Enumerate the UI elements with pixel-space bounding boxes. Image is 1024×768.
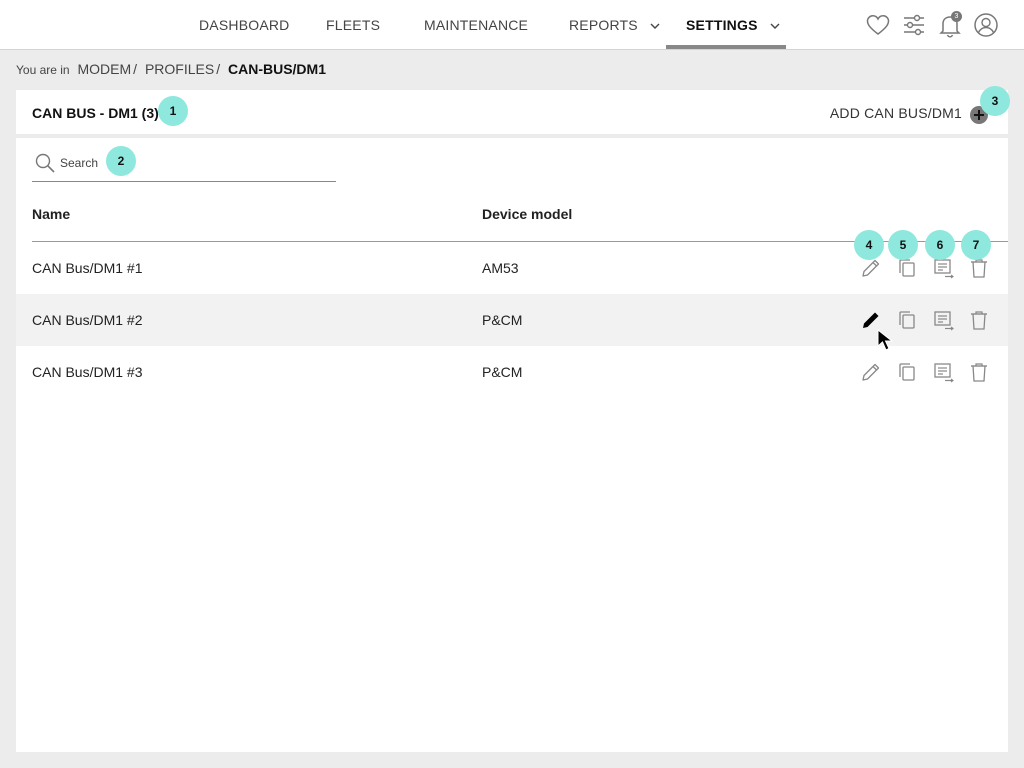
edit-icon[interactable] (860, 361, 882, 383)
nav-maintenance[interactable]: MAINTENANCE (424, 0, 528, 50)
column-header-device-model[interactable]: Device model (482, 206, 572, 222)
search-field (32, 148, 336, 182)
callout-marker-6: 6 (925, 230, 955, 260)
column-header-name[interactable]: Name (32, 206, 70, 222)
row-device-model: AM53 (482, 260, 519, 276)
breadcrumb-item-profiles[interactable]: PROFILES (145, 61, 214, 77)
breadcrumb-current: CAN-BUS/DM1 (227, 61, 326, 77)
search-input[interactable] (60, 152, 330, 174)
callout-marker-7: 7 (961, 230, 991, 260)
copy-icon[interactable] (896, 309, 918, 331)
sliders-icon[interactable] (901, 12, 927, 38)
breadcrumb-separator: / (133, 61, 138, 77)
row-name: CAN Bus/DM1 #3 (32, 364, 143, 380)
notification-badge: 3 (951, 11, 962, 22)
search-icon (35, 153, 55, 173)
callout-marker-4: 4 (854, 230, 884, 260)
callout-marker-5: 5 (888, 230, 918, 260)
nav-fleets-label: FLEETS (326, 17, 381, 33)
row-device-model: P&CM (482, 312, 523, 328)
copy-icon[interactable] (896, 257, 918, 279)
callout-marker-3: 3 (980, 86, 1010, 116)
chevron-down-icon (770, 23, 780, 30)
row-name: CAN Bus/DM1 #2 (32, 312, 143, 328)
nav-settings-label: SETTINGS (686, 17, 758, 33)
nav-dashboard[interactable]: DASHBOARD (199, 0, 289, 50)
delete-icon[interactable] (968, 361, 990, 383)
breadcrumb-prefix: You are in (16, 63, 70, 77)
nav-reports[interactable]: REPORTS (569, 0, 660, 50)
edit-icon[interactable] (860, 257, 882, 279)
table-row[interactable]: CAN Bus/DM1 #3 P&CM (16, 346, 1008, 398)
edit-icon[interactable] (860, 309, 882, 331)
details-icon[interactable] (932, 309, 954, 331)
row-name: CAN Bus/DM1 #1 (32, 260, 143, 276)
active-tab-indicator (666, 45, 786, 49)
breadcrumb-item-modem[interactable]: MODEM (78, 61, 132, 77)
heart-icon[interactable] (865, 12, 891, 38)
top-navigation-bar: DASHBOARD FLEETS MAINTENANCE REPORTS SET… (0, 0, 1024, 50)
table-row[interactable]: CAN Bus/DM1 #2 P&CM (16, 294, 1008, 346)
page-title: CAN BUS - DM1 (3) (32, 105, 159, 121)
nav-settings[interactable]: SETTINGS (686, 0, 780, 50)
breadcrumb: You are in MODEM / PROFILES / CAN-BUS/DM1 (16, 61, 326, 81)
nav-reports-label: REPORTS (569, 17, 638, 33)
callout-marker-2: 2 (106, 146, 136, 176)
chevron-down-icon (650, 23, 660, 30)
copy-icon[interactable] (896, 361, 918, 383)
delete-icon[interactable] (968, 309, 990, 331)
row-device-model: P&CM (482, 364, 523, 380)
nav-fleets[interactable]: FLEETS (326, 0, 380, 50)
details-icon[interactable] (932, 361, 954, 383)
nav-dashboard-label: DASHBOARD (199, 17, 290, 33)
notifications-button[interactable]: 3 (937, 11, 963, 38)
details-icon[interactable] (932, 257, 954, 279)
callout-marker-1: 1 (158, 96, 188, 126)
delete-icon[interactable] (968, 257, 990, 279)
user-icon[interactable] (973, 12, 999, 38)
breadcrumb-separator: / (216, 61, 221, 77)
nav-maintenance-label: MAINTENANCE (424, 17, 529, 33)
card-body: Name Device model CAN Bus/DM1 #1 AM53 CAN … (16, 138, 1008, 752)
add-can-bus-link[interactable]: ADD CAN BUS/DM1 (830, 90, 962, 136)
